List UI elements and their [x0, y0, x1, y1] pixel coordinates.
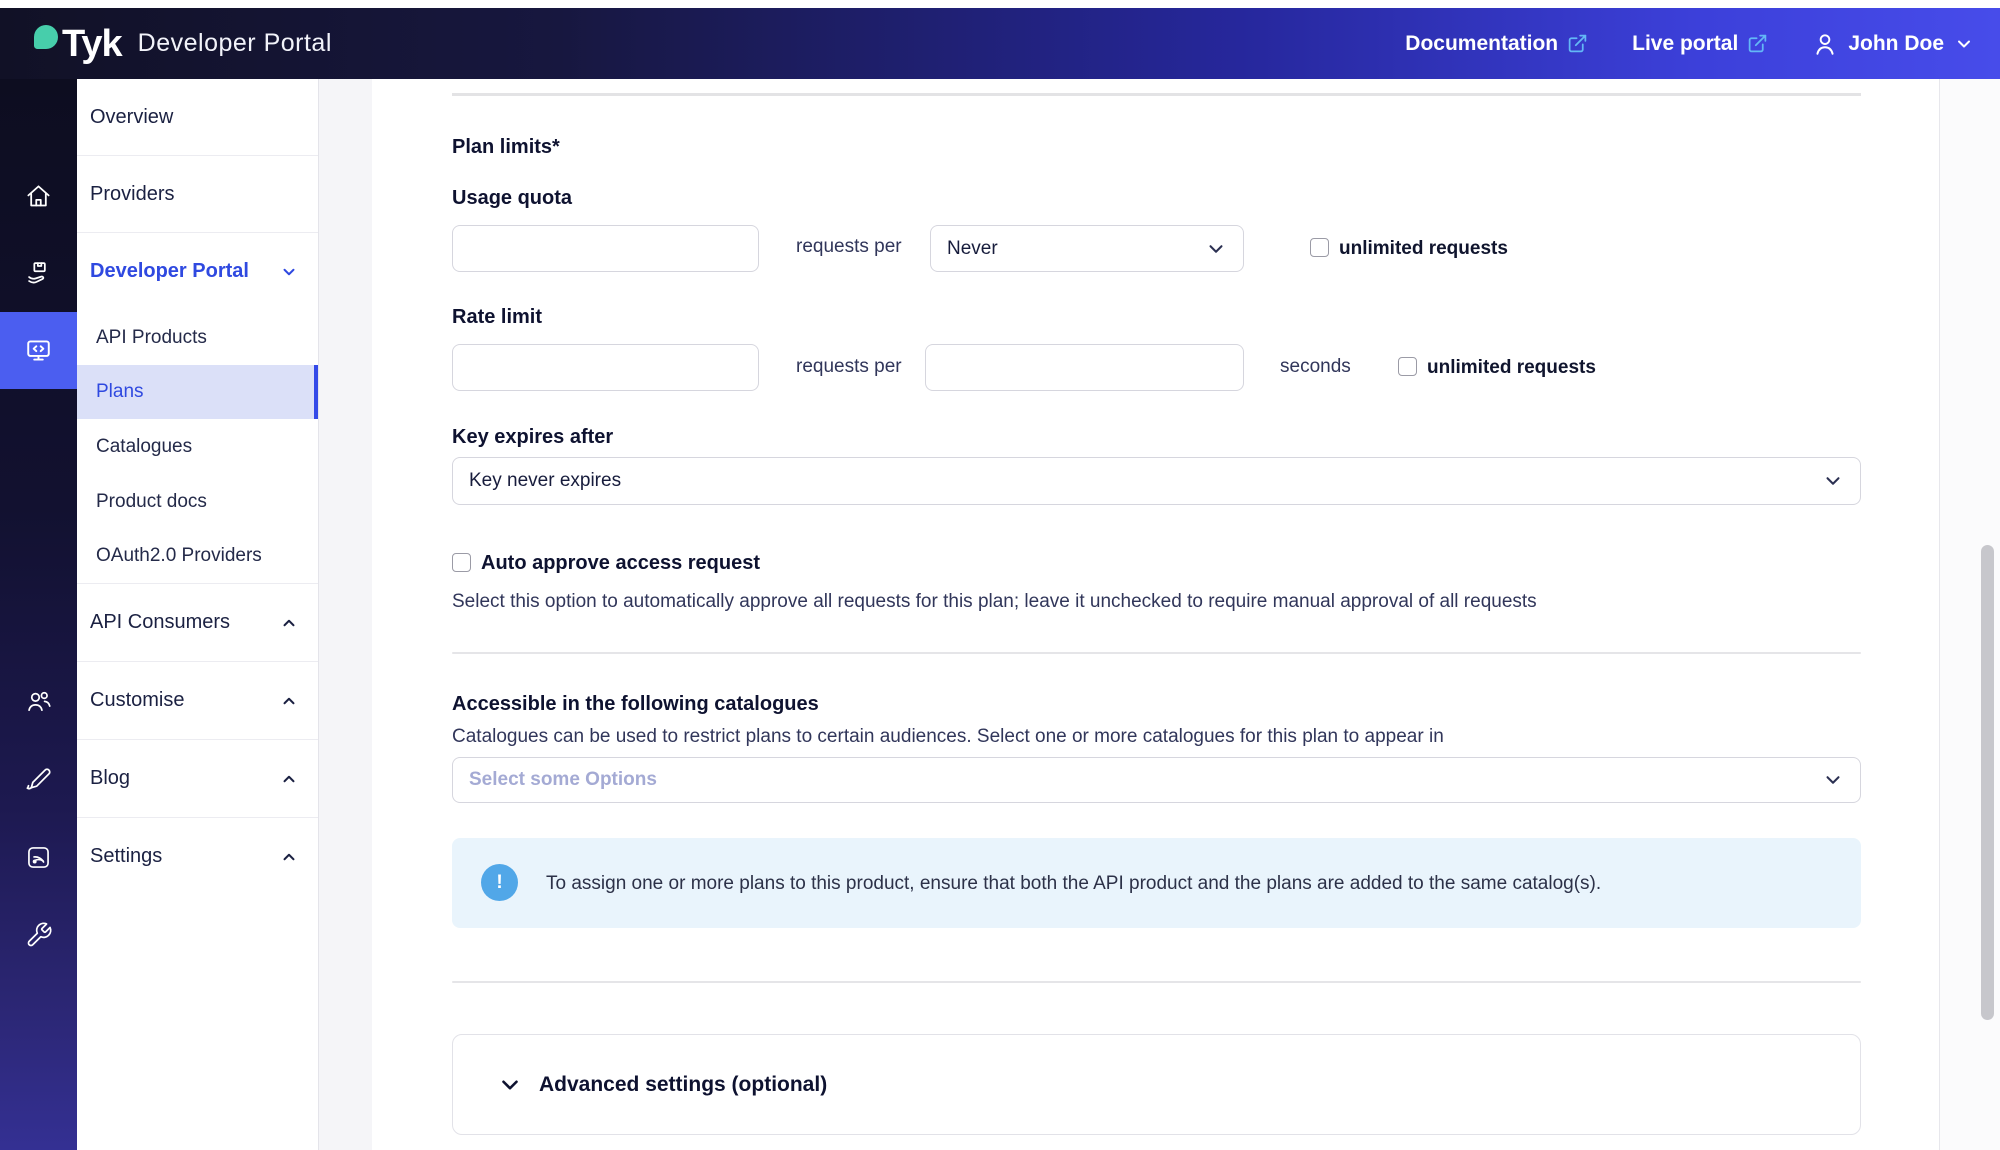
- user-avatar-icon: [1812, 31, 1838, 57]
- key-expires-value: Key never expires: [469, 470, 621, 492]
- catalogues-heading: Accessible in the following catalogues: [452, 693, 819, 716]
- external-link-icon: [1747, 33, 1768, 54]
- advanced-settings-toggle[interactable]: Advanced settings (optional): [452, 1034, 1861, 1135]
- usage-period-select[interactable]: Never: [930, 225, 1244, 272]
- auto-approve-checkbox[interactable]: [452, 553, 471, 572]
- key-expires-select[interactable]: Key never expires: [452, 457, 1861, 505]
- section-divider: [452, 981, 1861, 983]
- sidebar-nav: Overview Providers Developer Portal API …: [77, 79, 319, 1150]
- brand-logo[interactable]: Tyk Developer Portal: [34, 25, 332, 63]
- section-divider: [452, 652, 1861, 654]
- content-gutter: [319, 79, 372, 1150]
- external-link-icon: [1567, 33, 1588, 54]
- rate-limit-requests-input[interactable]: [452, 344, 759, 391]
- rate-requests-per-label: requests per: [796, 356, 902, 378]
- sidebar-item-label: Plans: [96, 381, 144, 403]
- brand-product: Developer Portal: [138, 31, 332, 56]
- chevron-up-icon: [280, 614, 298, 632]
- rate-seconds-label: seconds: [1280, 356, 1351, 378]
- chevron-down-icon: [1205, 238, 1227, 260]
- sidebar-item-label: Customise: [90, 689, 184, 712]
- sidebar-item-overview[interactable]: Overview: [77, 79, 318, 156]
- user-menu[interactable]: John Doe: [1812, 31, 1974, 57]
- chevron-down-icon: [497, 1072, 523, 1098]
- icon-rail: [0, 79, 77, 1150]
- sidebar-item-developer-portal[interactable]: Developer Portal: [77, 233, 318, 310]
- sidebar-item-label: Providers: [90, 183, 174, 206]
- live-portal-link[interactable]: Live portal: [1632, 32, 1768, 56]
- developer-portal-icon[interactable]: [0, 312, 77, 389]
- usage-quota-label: Usage quota: [452, 187, 572, 210]
- top-header: Tyk Developer Portal Documentation Live …: [0, 8, 2000, 79]
- usage-unlimited-checkbox[interactable]: [1310, 238, 1329, 257]
- advanced-settings-label: Advanced settings (optional): [539, 1073, 827, 1097]
- sidebar-item-api-consumers[interactable]: API Consumers: [77, 584, 318, 662]
- info-icon-glyph: !: [496, 872, 502, 894]
- key-expires-label: Key expires after: [452, 426, 613, 449]
- providers-icon[interactable]: [0, 244, 77, 302]
- sidebar-item-label: Product docs: [96, 491, 207, 513]
- chevron-down-icon: [280, 263, 298, 281]
- usage-unlimited-label: unlimited requests: [1339, 238, 1508, 260]
- auto-approve-label: Auto approve access request: [481, 552, 760, 575]
- chevron-up-icon: [280, 770, 298, 788]
- blog-icon[interactable]: [0, 828, 77, 886]
- scrollbar-thumb[interactable]: [1981, 545, 1994, 1020]
- sidebar-item-blog[interactable]: Blog: [77, 740, 318, 818]
- sidebar-item-customise[interactable]: Customise: [77, 662, 318, 740]
- sidebar-item-product-docs[interactable]: Product docs: [77, 474, 318, 529]
- documentation-label: Documentation: [1405, 32, 1558, 56]
- customise-icon[interactable]: [0, 751, 77, 809]
- settings-icon[interactable]: [0, 906, 77, 964]
- rate-unlimited-label: unlimited requests: [1427, 357, 1596, 379]
- sidebar-item-settings[interactable]: Settings: [77, 818, 318, 895]
- sidebar-item-label: Blog: [90, 767, 130, 790]
- sidebar-item-label: Developer Portal: [90, 260, 249, 283]
- tyk-logo-icon: [34, 25, 58, 49]
- section-divider: [452, 93, 1861, 96]
- chevron-down-icon: [1822, 470, 1844, 492]
- info-icon: !: [481, 864, 518, 901]
- rate-limit-label: Rate limit: [452, 306, 542, 329]
- sidebar-item-providers[interactable]: Providers: [77, 156, 318, 233]
- sidebar-item-label: API Products: [96, 327, 207, 349]
- usage-requests-per-label: requests per: [796, 236, 902, 258]
- api-consumers-icon[interactable]: [0, 673, 77, 731]
- chevron-up-icon: [280, 848, 298, 866]
- catalogues-placeholder: Select some Options: [469, 769, 657, 791]
- sidebar-item-label: Catalogues: [96, 436, 192, 458]
- chevron-up-icon: [280, 692, 298, 710]
- sidebar-item-api-products[interactable]: API Products: [77, 310, 318, 365]
- info-alert-text: To assign one or more plans to this prod…: [546, 873, 1601, 895]
- sidebar-item-label: Settings: [90, 845, 162, 868]
- usage-quota-input[interactable]: [452, 225, 759, 272]
- header-links: Documentation Live portal John Doe: [1405, 8, 1974, 79]
- live-portal-label: Live portal: [1632, 32, 1738, 56]
- info-alert: ! To assign one or more plans to this pr…: [452, 838, 1861, 928]
- catalogues-description: Catalogues can be used to restrict plans…: [452, 726, 1444, 748]
- chevron-down-icon: [1954, 34, 1974, 54]
- brand-name: Tyk: [62, 25, 122, 63]
- rate-unlimited-checkbox[interactable]: [1398, 357, 1417, 376]
- sidebar-item-oauth-providers[interactable]: OAuth2.0 Providers: [77, 529, 318, 584]
- plan-limits-heading: Plan limits*: [452, 136, 560, 159]
- home-icon[interactable]: [0, 167, 77, 225]
- usage-period-value: Never: [947, 238, 998, 260]
- sidebar-item-label: OAuth2.0 Providers: [96, 545, 262, 567]
- sidebar-item-label: Overview: [90, 106, 173, 129]
- sidebar-item-catalogues[interactable]: Catalogues: [77, 419, 318, 474]
- sidebar-item-plans[interactable]: Plans: [77, 365, 318, 419]
- catalogues-multiselect[interactable]: Select some Options: [452, 757, 1861, 803]
- auto-approve-description: Select this option to automatically appr…: [452, 591, 1537, 613]
- documentation-link[interactable]: Documentation: [1405, 32, 1588, 56]
- sidebar-item-label: API Consumers: [90, 611, 230, 634]
- user-name: John Doe: [1848, 32, 1944, 56]
- rate-limit-seconds-input[interactable]: [925, 344, 1244, 391]
- chevron-down-icon: [1822, 769, 1844, 791]
